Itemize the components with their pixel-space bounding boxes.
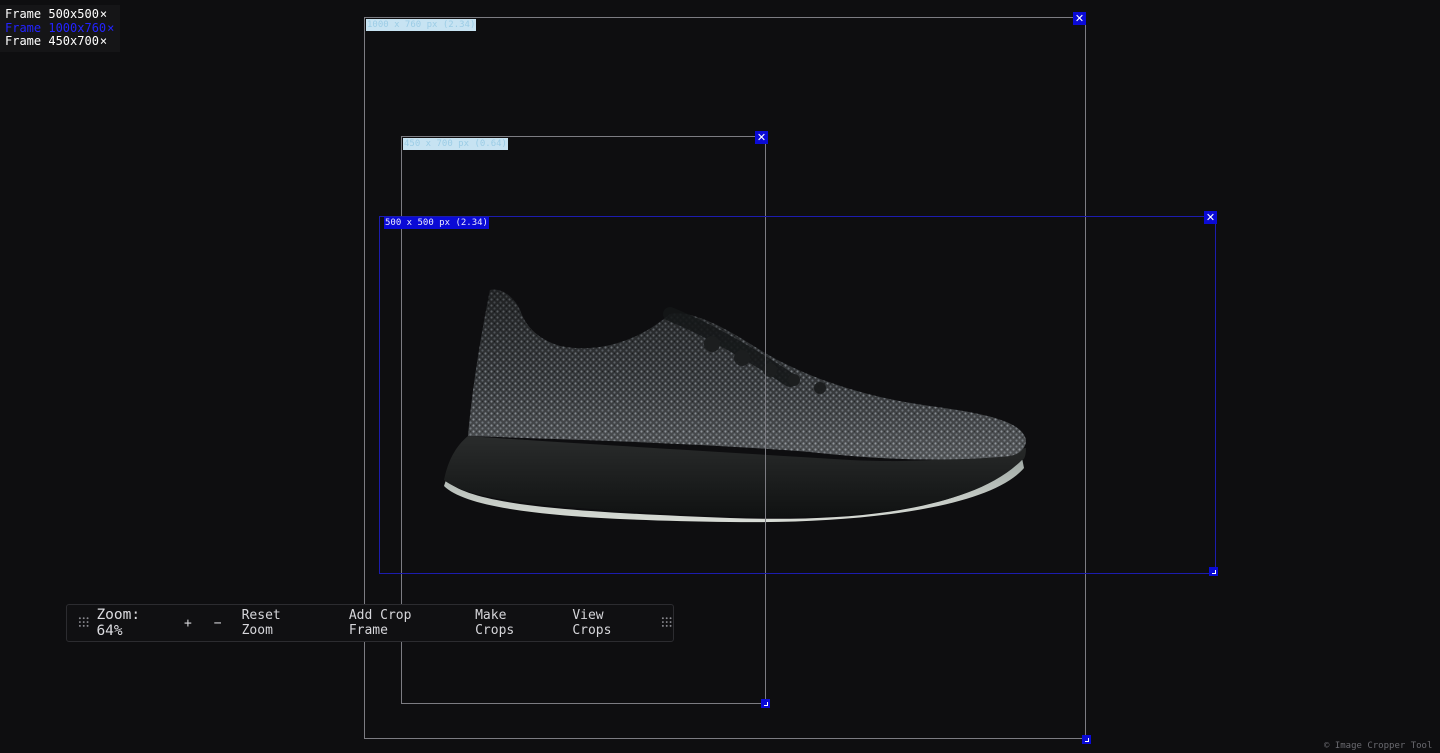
add-crop-frame-button[interactable]: Add Crop Frame [349, 608, 454, 638]
crop-workspace: Frame 500x500× Frame 1000x760× Frame 450… [0, 0, 1440, 753]
zoom-toolbar: Zoom: 64% + − Reset Zoom Add Crop Frame … [66, 604, 674, 642]
resize-handle[interactable] [1209, 567, 1218, 576]
zoom-in-button[interactable]: + [184, 616, 192, 631]
crop-frame-size-label: 450 x 700 px (0.64) [403, 138, 508, 150]
close-icon[interactable]: ✕ [755, 131, 768, 144]
drag-handle-icon[interactable] [77, 616, 90, 630]
crop-frame-size-label: 500 x 500 px (2.34) [384, 217, 489, 229]
remove-frame-icon[interactable]: × [100, 7, 107, 21]
view-crops-button[interactable]: View Crops [572, 608, 647, 638]
make-crops-button[interactable]: Make Crops [475, 608, 550, 638]
close-icon[interactable]: ✕ [1204, 211, 1217, 224]
zoom-out-button[interactable]: − [214, 616, 222, 631]
resize-handle[interactable] [761, 699, 770, 708]
remove-frame-icon[interactable]: × [100, 34, 107, 48]
reset-zoom-button[interactable]: Reset Zoom [242, 608, 317, 638]
frame-list-item-500x500[interactable]: Frame 500x500× [5, 7, 114, 22]
remove-frame-icon[interactable]: × [107, 21, 114, 35]
frame-list-item-label: Frame 450x700 [5, 34, 99, 48]
resize-handle[interactable] [1082, 735, 1091, 744]
zoom-level: Zoom: 64% [96, 607, 141, 639]
frame-list-item-1000x760[interactable]: Frame 1000x760× [5, 20, 114, 36]
crop-frame-size-label: 1000 x 760 px (2.34) [366, 19, 477, 31]
frame-list-item-label: Frame 500x500 [5, 7, 99, 21]
drag-handle-icon[interactable] [660, 616, 673, 630]
close-icon[interactable]: ✕ [1073, 12, 1086, 25]
frame-list-item-label: Frame 1000x760 [5, 20, 107, 35]
frame-list-item-450x700[interactable]: Frame 450x700× [5, 34, 114, 49]
crop-frame-500x500[interactable]: 500 x 500 px (2.34) ✕ [379, 211, 1218, 576]
footer-credit: © Image Cropper Tool [1324, 741, 1433, 751]
frame-list: Frame 500x500× Frame 1000x760× Frame 450… [0, 5, 121, 52]
